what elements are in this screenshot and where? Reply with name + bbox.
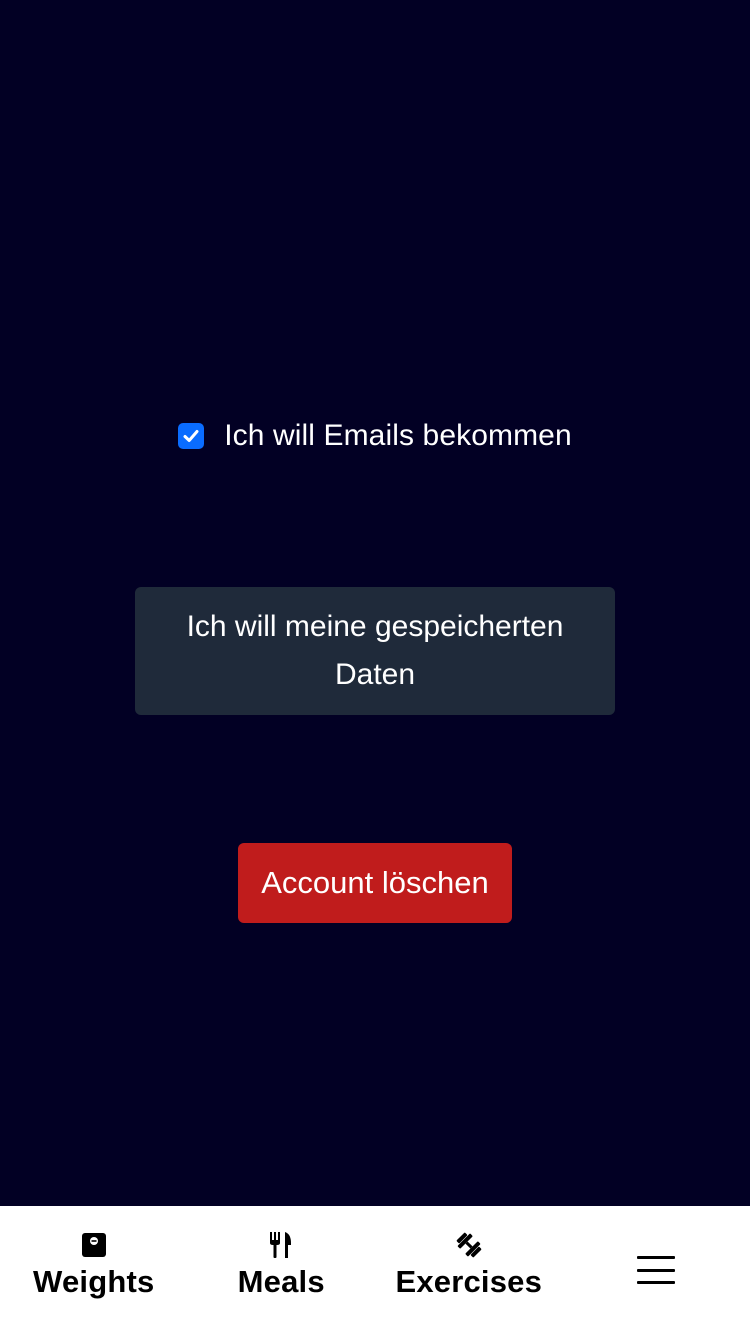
delete-account-button[interactable]: Account löschen <box>238 843 512 923</box>
scale-icon <box>79 1230 109 1260</box>
settings-screen: Ich will Emails bekommen Ich will meine … <box>0 0 750 1206</box>
email-preference-row: Ich will Emails bekommen <box>0 412 750 460</box>
nav-label-meals: Meals <box>237 1264 325 1299</box>
nav-item-exercises[interactable]: Exercises <box>375 1206 563 1334</box>
hamburger-menu-icon <box>637 1256 676 1284</box>
bottom-navigation: Weights Meals Exercises <box>0 1206 750 1334</box>
nav-item-weights[interactable]: Weights <box>0 1206 188 1334</box>
email-checkbox[interactable] <box>178 423 205 449</box>
email-checkbox-label[interactable]: Ich will Emails bekommen <box>224 419 572 453</box>
request-data-button[interactable]: Ich will meine gespeicherten Daten <box>135 587 615 715</box>
check-icon <box>183 430 199 442</box>
nav-label-weights: Weights <box>33 1264 155 1299</box>
nav-menu-button[interactable] <box>563 1206 750 1334</box>
dumbbell-icon <box>454 1230 484 1260</box>
nav-item-meals[interactable]: Meals <box>188 1206 376 1334</box>
nav-label-exercises: Exercises <box>395 1264 543 1299</box>
utensils-icon <box>266 1230 296 1260</box>
